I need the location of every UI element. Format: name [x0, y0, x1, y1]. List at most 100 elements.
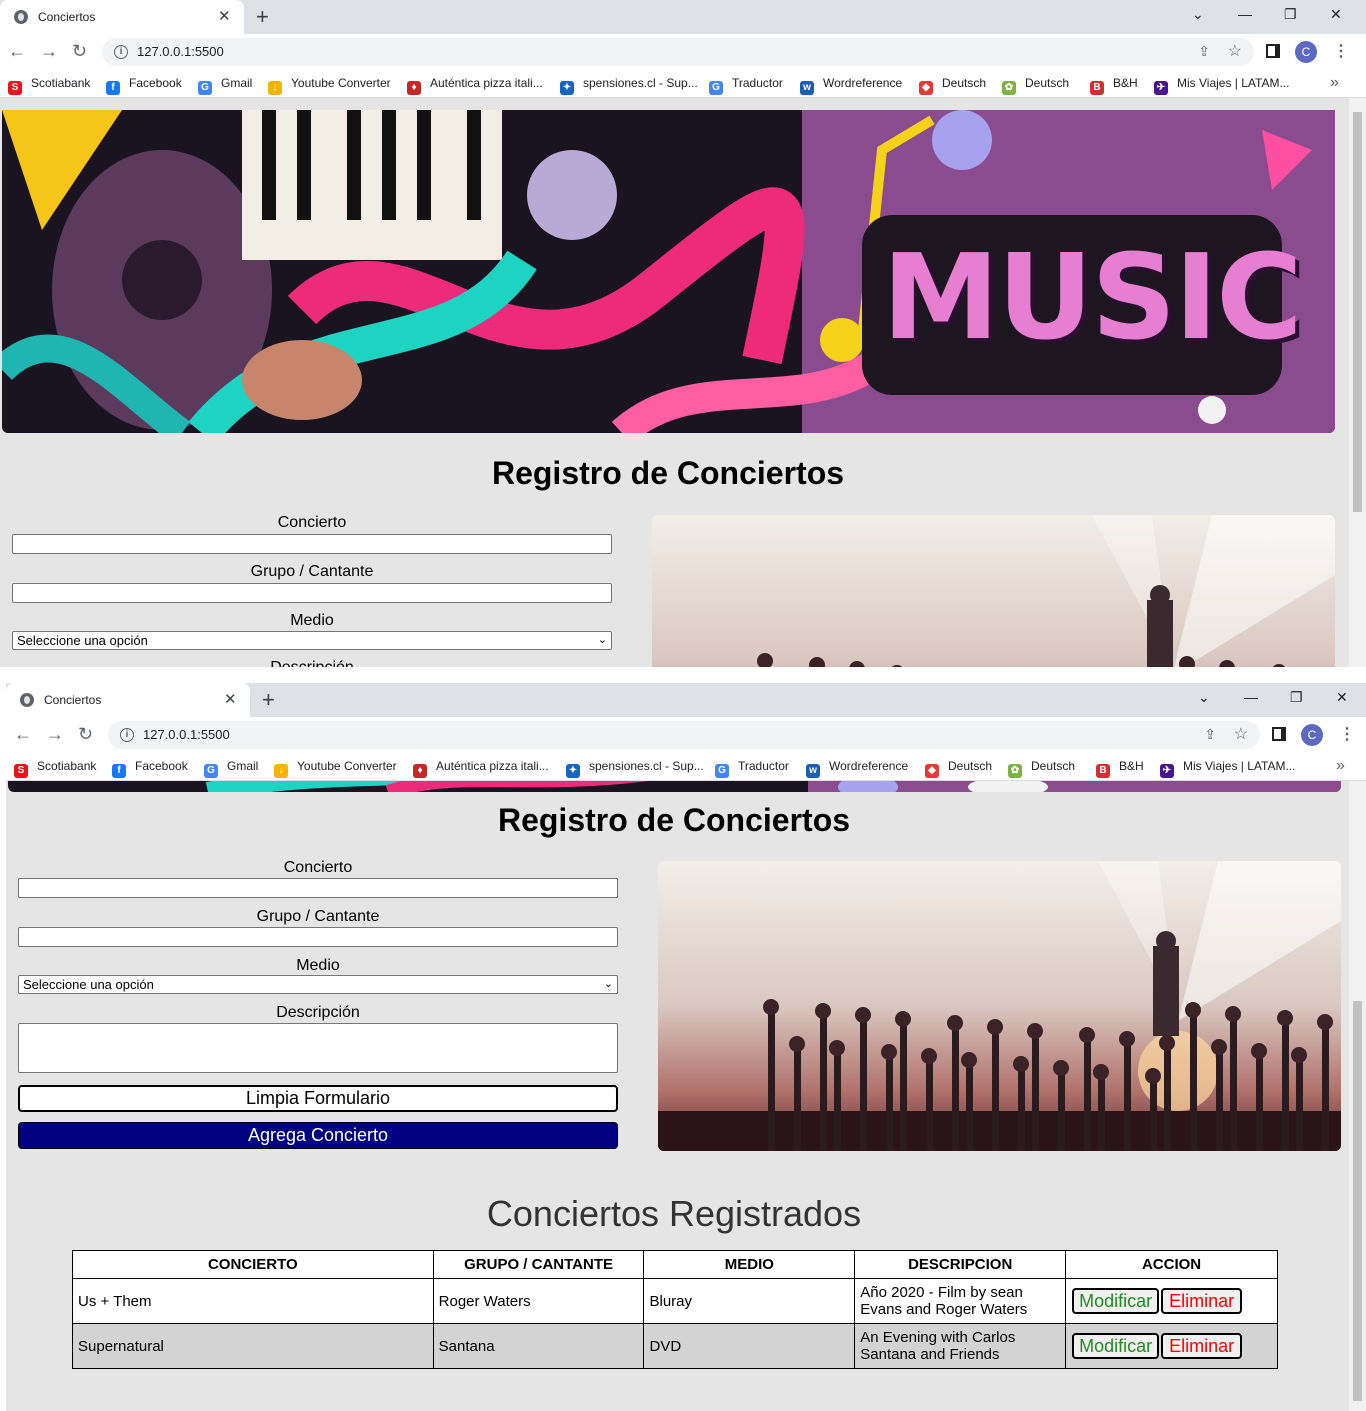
back-icon[interactable]: ← — [14, 724, 32, 745]
cell-accion: Modificar Eliminar — [1065, 1278, 1278, 1324]
bookmark-item[interactable]: ✿ Deutsch — [1002, 76, 1069, 95]
bookmark-item[interactable]: B B&H — [1096, 759, 1144, 778]
forward-icon[interactable]: → — [46, 724, 64, 745]
address-bar[interactable]: i 127.0.0.1:5500 ⇪ ☆ — [102, 38, 1254, 66]
menu-kebab-icon[interactable]: ⋮ — [1333, 41, 1349, 61]
bookmark-item[interactable]: S Scotiabank — [14, 759, 96, 778]
medio-label: Medio — [296, 957, 340, 974]
reload-icon[interactable]: ↻ — [72, 41, 87, 62]
grupo-label: Grupo / Cantante — [256, 908, 380, 925]
bookmark-item[interactable]: ↓ Youtube Converter — [274, 759, 397, 778]
bookmark-favicon-icon: f — [106, 81, 120, 95]
bookmark-item[interactable]: S Scotiabank — [8, 76, 90, 95]
delete-button[interactable]: Eliminar — [1161, 1288, 1243, 1314]
profile-avatar[interactable]: C — [1301, 724, 1323, 746]
new-tab-button[interactable]: + — [262, 687, 275, 713]
address-bar[interactable]: i 127.0.0.1:5500 ⇪ ☆ — [108, 721, 1260, 749]
bookmark-item[interactable]: ◆ Deutsch — [925, 759, 992, 778]
share-icon[interactable]: ⇪ — [1198, 43, 1210, 60]
site-info-icon[interactable]: i — [114, 45, 128, 59]
grupo-input[interactable] — [12, 583, 612, 603]
browser-toolbar: ← → ↻ i 127.0.0.1:5500 ⇪ ☆ C ⋮ — [6, 717, 1366, 753]
grupo-input[interactable] — [18, 927, 618, 947]
close-window-button[interactable]: ✕ — [1336, 689, 1348, 706]
bookmark-label: Youtube Converter — [291, 76, 391, 90]
bookmark-favicon-icon: ✈ — [1154, 81, 1168, 95]
new-tab-button[interactable]: + — [256, 4, 269, 30]
profile-avatar[interactable]: C — [1295, 41, 1317, 63]
restore-button[interactable]: ❐ — [1284, 6, 1297, 23]
bookmark-item[interactable]: ✿ Deutsch — [1008, 759, 1075, 778]
side-panel-icon[interactable] — [1272, 727, 1286, 741]
bookmark-item[interactable]: G Gmail — [198, 76, 252, 95]
concierto-input[interactable] — [18, 878, 618, 898]
cell-medio: Bluray — [643, 1278, 856, 1324]
browser-window-top: Conciertos ✕ + ⌄ — ❐ ✕ ← → ↻ i 127.0.0.1… — [0, 0, 1366, 667]
close-tab-icon[interactable]: ✕ — [224, 690, 237, 708]
bookmark-favicon-icon: ♦ — [413, 764, 427, 778]
bookmark-favicon-icon: ✦ — [560, 81, 574, 95]
page-scrollbar[interactable] — [1349, 781, 1366, 1411]
concierto-input[interactable] — [12, 534, 612, 554]
clear-form-button[interactable]: Limpia Formulario — [18, 1085, 618, 1112]
bookmark-label: B&H — [1119, 759, 1144, 773]
descripcion-label: Descripción — [276, 1004, 360, 1021]
tab-search-icon[interactable]: ⌄ — [1198, 689, 1210, 706]
side-panel-icon[interactable] — [1266, 44, 1280, 58]
menu-kebab-icon[interactable]: ⋮ — [1339, 724, 1355, 744]
bookmark-item[interactable]: ✈ Mis Viajes | LATAM... — [1154, 76, 1289, 95]
minimize-button[interactable]: — — [1244, 689, 1258, 705]
bookmark-item[interactable]: ✈ Mis Viajes | LATAM... — [1160, 759, 1295, 778]
tab-search-icon[interactable]: ⌄ — [1192, 6, 1204, 23]
bookmark-item[interactable]: f Facebook — [112, 759, 188, 778]
bookmark-item[interactable]: ♦ Auténtica pizza itali... — [413, 759, 549, 778]
restore-button[interactable]: ❐ — [1290, 689, 1303, 706]
medio-select[interactable]: Seleccione una opción ⌄ — [18, 975, 618, 994]
bookmark-item[interactable]: ↓ Youtube Converter — [268, 76, 391, 95]
concert-photo — [652, 515, 1335, 667]
bookmarks-overflow-button[interactable]: » — [1336, 757, 1345, 775]
bookmarks-overflow-button[interactable]: » — [1330, 74, 1339, 92]
descripcion-textarea[interactable] — [18, 1023, 618, 1073]
modify-button[interactable]: Modificar — [1072, 1333, 1160, 1359]
modify-button[interactable]: Modificar — [1072, 1288, 1160, 1314]
column-header: GRUPO / CANTANTE — [432, 1250, 645, 1279]
page-scrollbar[interactable] — [1349, 98, 1366, 667]
scrollbar-thumb[interactable] — [1353, 1001, 1362, 1401]
bookmark-item[interactable]: G Traductor — [715, 759, 789, 778]
minimize-button[interactable]: — — [1238, 6, 1252, 22]
bookmark-favicon-icon: ◆ — [925, 764, 939, 778]
site-info-icon[interactable]: i — [120, 728, 134, 742]
bookmark-label: Gmail — [221, 76, 253, 90]
close-window-button[interactable]: ✕ — [1330, 6, 1342, 23]
browser-tab[interactable]: Conciertos ✕ — [0, 0, 244, 34]
bookmarks-bar: S Scotiabank f Facebook G Gmail ↓ Youtube Conve… — [0, 70, 1366, 98]
browser-tab[interactable]: Conciertos ✕ — [6, 683, 250, 717]
bookmark-star-icon[interactable]: ☆ — [1228, 41, 1242, 61]
back-icon[interactable]: ← — [8, 41, 26, 62]
bookmark-item[interactable]: w Wordreference — [800, 76, 902, 95]
scrollbar-thumb[interactable] — [1353, 112, 1362, 512]
bookmark-item[interactable]: G Traductor — [709, 76, 783, 95]
tab-strip: Conciertos ✕ + ⌄ — ❐ ✕ — [6, 683, 1366, 717]
bookmark-item[interactable]: ◆ Deutsch — [919, 76, 986, 95]
add-concert-button[interactable]: Agrega Concierto — [18, 1122, 618, 1149]
bookmark-item[interactable]: G Gmail — [204, 759, 258, 778]
bookmark-item[interactable]: ♦ Auténtica pizza itali... — [407, 76, 543, 95]
close-tab-icon[interactable]: ✕ — [218, 7, 231, 25]
bookmark-item[interactable]: ✦ spensiones.cl - Sup... — [560, 76, 698, 95]
bookmark-favicon-icon: w — [800, 81, 814, 95]
column-header: CONCIERTO — [72, 1250, 434, 1279]
reload-icon[interactable]: ↻ — [78, 724, 93, 745]
forward-icon[interactable]: → — [40, 41, 58, 62]
bookmark-item[interactable]: ✦ spensiones.cl - Sup... — [566, 759, 704, 778]
bookmark-star-icon[interactable]: ☆ — [1234, 724, 1248, 744]
bookmark-item[interactable]: B B&H — [1090, 76, 1138, 95]
medio-select[interactable]: Seleccione una opción ⌄ — [12, 631, 612, 650]
delete-button[interactable]: Eliminar — [1161, 1333, 1243, 1359]
bookmark-item[interactable]: w Wordreference — [806, 759, 908, 778]
share-icon[interactable]: ⇪ — [1204, 726, 1216, 743]
bookmark-item[interactable]: f Facebook — [106, 76, 182, 95]
url-text[interactable]: 127.0.0.1:5500 — [137, 44, 224, 59]
url-text[interactable]: 127.0.0.1:5500 — [143, 727, 230, 742]
